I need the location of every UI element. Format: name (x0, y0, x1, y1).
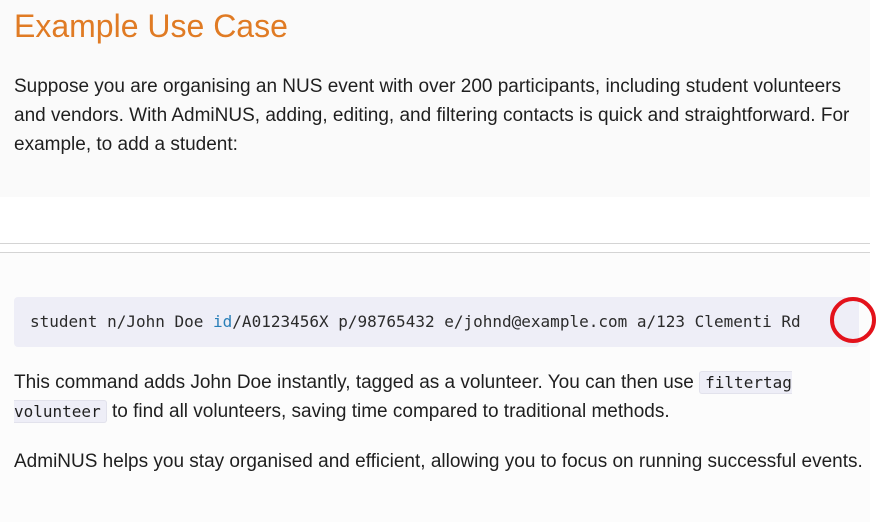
command-code-block[interactable]: student n/John Doe id/A0123456X p/987654… (14, 297, 859, 347)
explanation-paragraph: This command adds John Doe instantly, ta… (14, 368, 864, 426)
annotation-circle (830, 297, 876, 343)
explanation-text-start: This command adds John Doe instantly, ta… (14, 372, 700, 393)
summary-paragraph: AdmiNUS helps you stay organised and eff… (14, 451, 863, 472)
intro-paragraph: Suppose you are organising an NUS event … (14, 76, 850, 155)
section-divider (0, 243, 870, 253)
explanation-text-end: to find all volunteers, saving time comp… (106, 401, 670, 422)
code-text-start: student n/John Doe (30, 312, 214, 331)
code-keyword: id (213, 312, 233, 331)
section-heading: Example Use Case (14, 8, 288, 44)
code-text-end: /A0123456X p/98765432 e/johnd@example.co… (232, 312, 801, 331)
